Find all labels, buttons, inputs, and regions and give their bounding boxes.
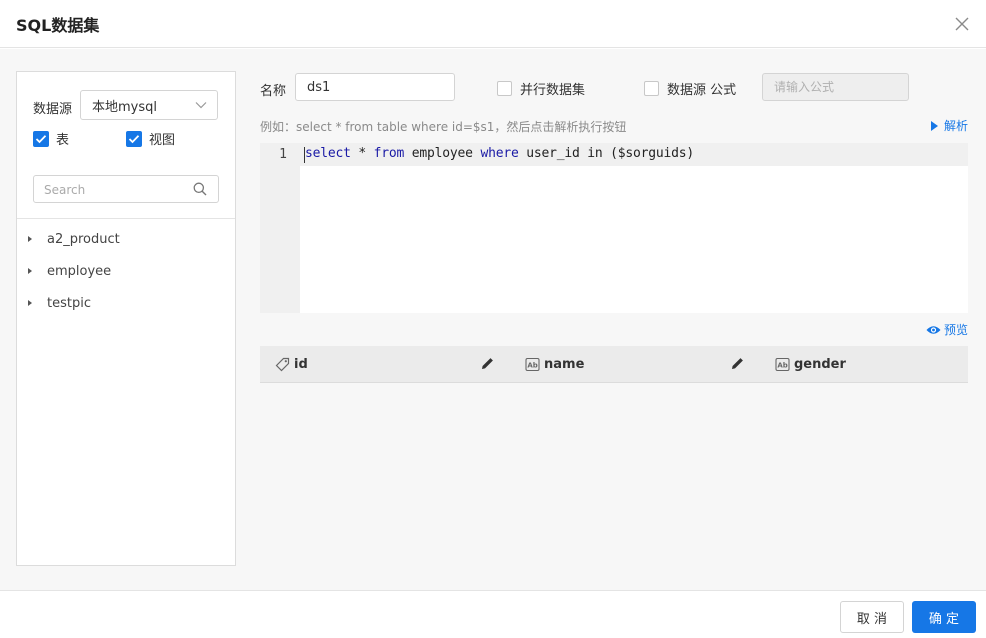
cancel-button[interactable]: 取 消 (840, 601, 904, 633)
column-name: gender (794, 357, 846, 372)
code-text: user_id in ($sorguids) (518, 146, 695, 161)
datasource-formula-label: 数据源 公式 (667, 83, 737, 98)
text-field-icon: Ab (525, 357, 540, 372)
keyword: from (373, 146, 405, 161)
checkbox-views-label: 视图 (149, 133, 176, 148)
caret-right-icon (28, 268, 32, 274)
checkbox-tables[interactable]: 表 (33, 129, 69, 148)
column-header-id: id (275, 346, 308, 383)
code-line: select * from employee where user_id in … (305, 146, 694, 161)
datasource-select[interactable]: 本地mysql (80, 90, 218, 120)
dialog-body: 数据源 本地mysql 表 视图 Search a2_product emplo… (0, 49, 986, 590)
checkbox-unchecked-icon (497, 81, 512, 96)
editor-gutter: 1 (260, 143, 300, 313)
column-header-name: Ab name (525, 346, 584, 383)
checkbox-checked-icon (126, 130, 142, 147)
keyword: where (480, 146, 519, 161)
tree-item-label: testpic (47, 295, 91, 311)
parse-button[interactable]: 解析 (930, 117, 968, 134)
column-name: id (294, 357, 308, 372)
code-text: employee (404, 146, 481, 161)
code-text: * (350, 146, 374, 161)
close-button[interactable] (950, 12, 974, 36)
parallel-dataset-checkbox[interactable]: 并行数据集 (497, 79, 585, 98)
caret-right-icon (28, 300, 32, 306)
search-icon (193, 182, 207, 196)
pencil-icon[interactable] (730, 356, 745, 371)
sql-hint: 例如：select * from table where id=$s1，然后点击… (260, 120, 627, 134)
tree-item-employee[interactable]: employee (25, 260, 111, 282)
tree-item-label: employee (47, 263, 112, 279)
search-box (33, 175, 219, 203)
pencil-icon[interactable] (480, 356, 495, 371)
column-name: name (544, 357, 585, 372)
sql-editor[interactable]: 1 select * from employee where user_id i… (260, 143, 968, 313)
datasource-panel: 数据源 本地mysql 表 视图 Search a2_product emplo… (16, 71, 236, 566)
parallel-dataset-label: 并行数据集 (520, 83, 586, 98)
tree-item-label: a2_product (47, 231, 120, 247)
datasource-label: 数据源 (33, 102, 73, 117)
confirm-button[interactable]: 确 定 (912, 601, 976, 633)
search-input[interactable] (44, 181, 184, 199)
eye-icon (926, 325, 941, 334)
preview-button[interactable]: 预览 (926, 321, 968, 338)
formula-input[interactable] (762, 73, 909, 101)
name-input[interactable] (295, 73, 455, 101)
column-header-gender: Ab gender (775, 346, 846, 383)
caret-right-icon (28, 236, 32, 242)
chevron-down-icon (195, 102, 207, 109)
tree-item-testpic[interactable]: testpic (25, 292, 91, 314)
checkbox-tables-label: 表 (56, 133, 70, 148)
svg-text:Ab: Ab (527, 362, 537, 370)
keyword: select (305, 146, 351, 161)
parse-label: 解析 (943, 119, 968, 133)
close-icon (955, 17, 969, 31)
datasource-formula-checkbox[interactable]: 数据源 公式 (644, 79, 736, 98)
name-label: 名称 (260, 84, 287, 99)
divider (17, 218, 235, 219)
text-field-icon: Ab (775, 357, 790, 372)
dialog-footer: 取 消 确 定 (0, 590, 986, 638)
tag-icon (275, 357, 290, 372)
preview-table-header: id Ab name Ab gender (260, 346, 968, 383)
tree-item-a2-product[interactable]: a2_product (25, 228, 120, 250)
checkbox-checked-icon (33, 130, 49, 147)
svg-text:Ab: Ab (777, 362, 787, 370)
preview-label: 预览 (943, 323, 968, 337)
checkbox-unchecked-icon (644, 81, 659, 96)
dialog-title: SQL数据集 (16, 16, 100, 35)
dialog-header: SQL数据集 (0, 0, 986, 48)
datasource-value: 本地mysql (92, 99, 157, 115)
play-icon (930, 120, 938, 131)
text-cursor (304, 147, 305, 163)
line-number: 1 (279, 147, 287, 162)
checkbox-views[interactable]: 视图 (126, 129, 175, 148)
